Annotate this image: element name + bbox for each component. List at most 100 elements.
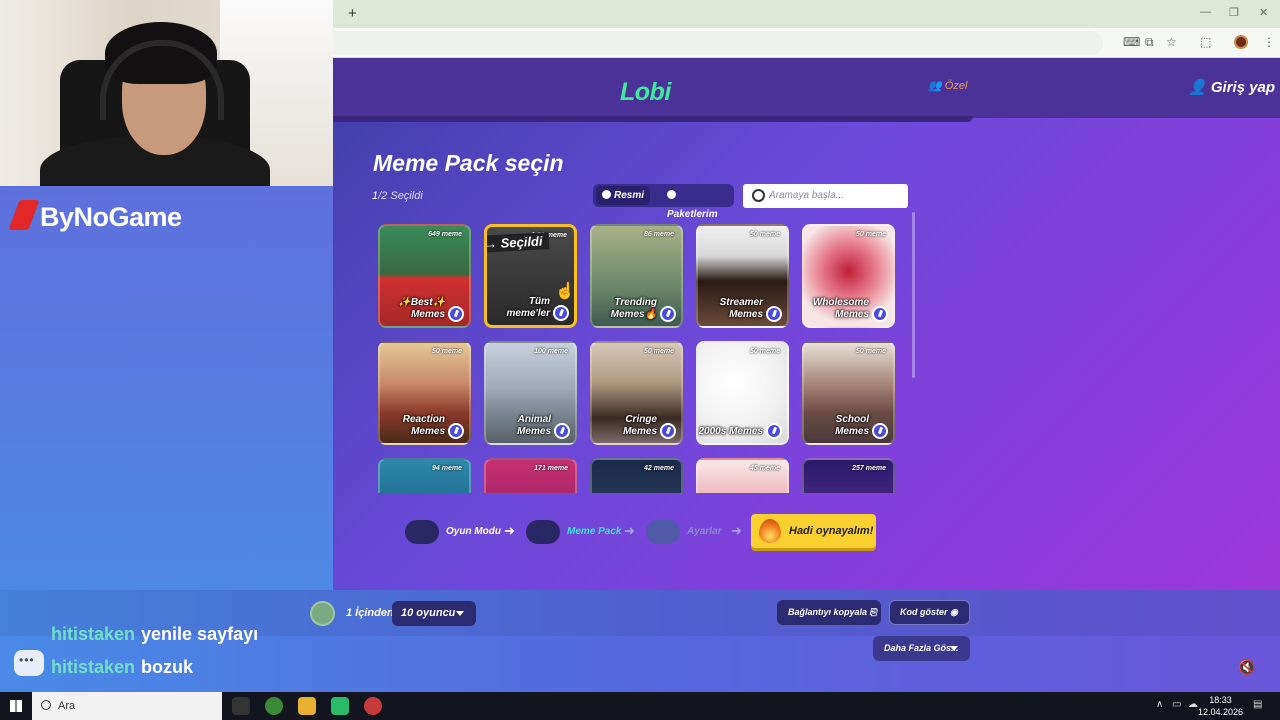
meme-pack-card[interactable]: 50 meme School Memes: [802, 341, 895, 445]
meme-pack-card[interactable]: 100 meme Animal Memes: [484, 341, 577, 445]
pack-meme-count: 649 meme: [428, 231, 462, 238]
step-meme-pack[interactable]: Meme Pack: [526, 520, 621, 544]
tab-official-label: Resmi: [614, 190, 645, 201]
login-label: Giriş yap: [1210, 79, 1276, 96]
bookmark-star-icon[interactable]: ☆: [1166, 35, 1177, 49]
browser-menu-icon[interactable]: ⋮: [1263, 35, 1275, 49]
file-explorer-icon[interactable]: [298, 697, 316, 715]
selected-tag: → Seçildi: [487, 232, 549, 253]
official-badge-icon: [660, 423, 676, 439]
search-icon: [752, 189, 765, 202]
search-placeholder: Aramaya başla...: [769, 190, 845, 201]
pack-meme-count: 94 meme: [432, 465, 462, 472]
grid-scrollbar[interactable]: [912, 212, 915, 378]
official-badge-icon: [448, 306, 464, 322]
meme-pack-card[interactable]: 50 meme Cringe Memes: [590, 341, 683, 445]
windows-start-icon[interactable]: [10, 700, 22, 712]
meme-pack-card[interactable]: 42 meme: [590, 458, 683, 493]
pack-name: Trending Memes🔥: [610, 297, 657, 320]
clock-time: 18:33: [1209, 695, 1232, 705]
pack-name: Tüm meme'ler: [506, 296, 550, 319]
show-more-button[interactable]: Daha Fazla Gös...: [873, 636, 970, 661]
address-bar[interactable]: [333, 31, 1103, 55]
meme-pack-card[interactable]: 50 meme Wholesome Memes: [802, 224, 895, 328]
browser-app-icon[interactable]: [364, 697, 382, 715]
header-underline: [333, 116, 973, 122]
pack-meme-count: 50 meme: [644, 348, 674, 355]
pack-meme-count: 50 meme: [856, 348, 886, 355]
close-window-icon[interactable]: ✕: [1259, 6, 1268, 19]
play-button-label: Hadi oynayalım!: [789, 525, 874, 537]
meme-pack-card[interactable]: 50 meme Streamer Memes: [696, 224, 789, 328]
webcam-overlay: [0, 0, 333, 186]
taskbar-clock[interactable]: 18:33 12.04.2026: [1198, 694, 1243, 718]
meme-pack-card[interactable]: 257 meme: [802, 458, 895, 493]
mouse-cursor-icon: ☝: [555, 283, 575, 300]
meme-pack-card[interactable]: 1 99 meme Tüm meme'ler → Seçildi: [484, 224, 577, 328]
pack-name: Cringe Memes: [623, 414, 657, 437]
tab-official[interactable]: Resmi: [596, 186, 651, 205]
meme-pack-card[interactable]: 50 meme Reaction Memes: [378, 341, 471, 445]
taskbar-search[interactable]: Ara: [32, 692, 222, 720]
official-badge-icon: [554, 423, 570, 439]
extensions-icon[interactable]: ⬚: [1200, 35, 1211, 49]
player-avatar: [310, 601, 335, 626]
minimize-icon[interactable]: —: [1200, 6, 1211, 18]
chat-message: hitistaken bozuk: [51, 657, 193, 678]
page-title: Meme Pack seçin: [373, 150, 564, 176]
pack-meme-count: 171 meme: [534, 465, 568, 472]
arrow-right-icon: ➜: [731, 523, 742, 538]
network-icon[interactable]: ▭: [1172, 699, 1181, 710]
game-mode-icon: [405, 520, 439, 544]
mute-icon[interactable]: 🔇: [1238, 659, 1255, 676]
official-icon: [602, 190, 611, 199]
pack-meme-count: 86 meme: [644, 231, 674, 238]
chrome-icon[interactable]: [265, 697, 283, 715]
taskbar-search-label: Ara: [58, 700, 76, 712]
official-badge-icon: [660, 306, 676, 322]
translate-icon[interactable]: ⌨: [1123, 35, 1140, 49]
tab-my-packs[interactable]: Paketlerim: [661, 186, 734, 220]
install-icon[interactable]: ⧉: [1145, 35, 1154, 50]
private-link[interactable]: 👥 Özel: [928, 79, 967, 92]
channel-name: ByNoGame: [40, 202, 182, 232]
site-logo[interactable]: Lobi: [620, 78, 671, 107]
pack-name: Wholesome Memes: [812, 297, 869, 320]
profile-avatar[interactable]: [1234, 35, 1248, 49]
chat-username: hitistaken: [51, 657, 136, 677]
new-tab-icon[interactable]: +: [348, 5, 357, 22]
official-badge-icon: [766, 306, 782, 322]
chat-username: hitistaken: [51, 624, 136, 644]
players-count-label: 1 İçinden: [346, 607, 394, 619]
obs-icon[interactable]: [331, 697, 349, 715]
restore-icon[interactable]: ❐: [1229, 6, 1239, 19]
meme-pack-card[interactable]: 86 meme Trending Memes🔥: [590, 224, 683, 328]
notifications-icon[interactable]: ▤: [1253, 699, 1262, 710]
max-players-value: 10 oyuncu: [401, 607, 456, 619]
packs-icon: [667, 190, 676, 199]
clock-date: 12.04.2026: [1198, 707, 1244, 717]
step-game-mode-label: Oyun Modu: [446, 526, 501, 537]
max-players-select[interactable]: 10 oyuncu: [392, 601, 476, 626]
search-input[interactable]: Aramaya başla...: [743, 184, 908, 208]
selected-count: 1/2 Seçildi: [372, 190, 423, 202]
meme-pack-card[interactable]: 94 meme: [378, 458, 471, 493]
tray-chevron-icon[interactable]: ∧: [1156, 699, 1163, 710]
step-settings[interactable]: Ayarlar: [646, 520, 721, 544]
meme-pack-card[interactable]: 171 meme: [484, 458, 577, 493]
meme-pack-card[interactable]: 45 meme: [696, 458, 789, 493]
channel-logo: ByNoGame: [8, 200, 182, 233]
pack-name: School Memes: [835, 414, 869, 437]
show-code-button[interactable]: Kod göster ◉: [889, 600, 970, 625]
pack-name: Reaction Memes: [402, 414, 445, 437]
step-game-mode[interactable]: Oyun Modu: [405, 520, 501, 544]
meme-pack-card[interactable]: 649 meme ✨Best✨ Memes: [378, 224, 471, 328]
meme-pack-card[interactable]: 50 meme 2000s Memes: [696, 341, 789, 445]
login-button[interactable]: 👤 Giriş yap: [1188, 78, 1275, 96]
task-view-icon[interactable]: [232, 697, 250, 715]
flame-icon: [759, 519, 781, 543]
chat-bubble-icon: [14, 650, 44, 676]
play-button[interactable]: Hadi oynayalım!: [751, 514, 876, 548]
copy-link-button[interactable]: Bağlantıyı kopyala ⎘: [777, 600, 881, 625]
cloud-icon[interactable]: ☁: [1188, 699, 1198, 710]
